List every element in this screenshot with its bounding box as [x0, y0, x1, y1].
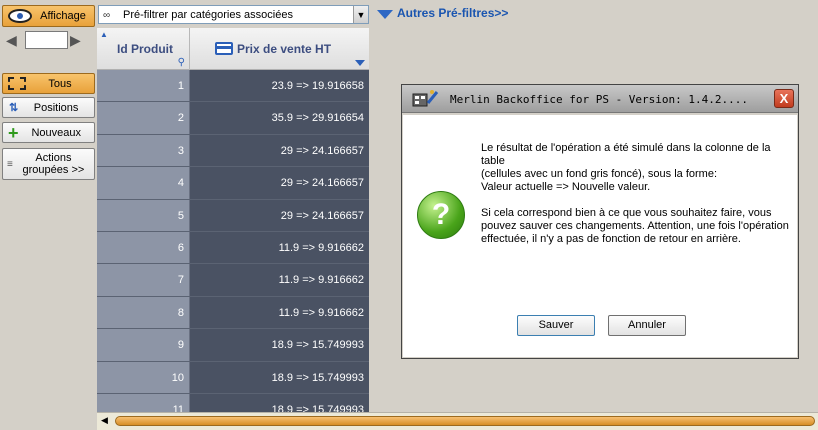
nouveaux-label: Nouveaux [31, 126, 82, 139]
grid-header: ▲ Id Produit ⚲ Prix de vente HT [97, 28, 369, 70]
tous-label: Tous [48, 77, 72, 90]
key-icon: ⚲ [177, 57, 185, 68]
selection-icon [8, 77, 26, 90]
dialog-title: Merlin Backoffice for PS - Version: 1.4.… [450, 93, 749, 106]
top-bar: ∞ Pré-filtrer par catégories associées ▼… [97, 0, 818, 28]
cell-id: 3 [97, 134, 190, 167]
cell-id: 8 [97, 296, 190, 329]
arrow-left-icon[interactable]: ◀ [6, 32, 17, 49]
cell-price[interactable]: 23.9 => 19.916658 [190, 70, 369, 102]
actions-label: Actions groupées >> [13, 152, 94, 176]
table-row[interactable]: 10 18.9 => 15.749993 [97, 361, 369, 394]
message-line: Si cela correspond bien à ce que vous so… [481, 207, 772, 219]
cell-price[interactable]: 29 => 24.166657 [190, 167, 369, 199]
table-row[interactable]: 3 29 => 24.166657 [97, 134, 369, 168]
cell-id: 11 [97, 393, 190, 414]
data-grid: ▲ Id Produit ⚲ Prix de vente HT 1 23.9 =>… [97, 28, 369, 414]
link-icon: ∞ [103, 10, 111, 21]
cancel-button[interactable]: Annuler [608, 315, 686, 336]
message-line: pouvez sauver ces changements. Attention… [481, 220, 789, 232]
message-line: effectuée, il n'y a pas de fonction de r… [481, 233, 741, 245]
table-row[interactable]: 2 35.9 => 29.916654 [97, 102, 369, 135]
cell-price[interactable]: 18.9 => 15.749993 [190, 329, 369, 361]
col-id-label: Id Produit [117, 42, 173, 56]
scroll-thumb[interactable] [115, 416, 815, 426]
sort-asc-icon: ▲ [100, 30, 108, 39]
confirm-dialog: Merlin Backoffice for PS - Version: 1.4.… [401, 84, 799, 359]
sort-arrows-icon: ⇅ [9, 102, 19, 114]
filter-icon [355, 60, 365, 66]
col-price-label: Prix de vente HT [237, 42, 332, 56]
cell-id: 1 [97, 70, 190, 102]
cell-id: 4 [97, 167, 190, 199]
chevron-down-icon[interactable]: ▼ [353, 6, 368, 23]
actions-label-2: groupées >> [22, 164, 85, 176]
question-icon: ? [417, 191, 465, 239]
dialog-body: ? Le résultat de l'opération a été simul… [403, 115, 797, 357]
col-id-header[interactable]: ▲ Id Produit ⚲ [97, 28, 190, 70]
positions-button[interactable]: ⇅ Positions [2, 97, 95, 118]
save-button[interactable]: Sauver [517, 315, 595, 336]
dialog-message: Le résultat de l'opération a été simulé … [481, 142, 791, 259]
nouveaux-button[interactable]: + Nouveaux [2, 122, 95, 143]
message-line: (cellules avec un fond gris foncé), sous… [481, 168, 718, 180]
dialog-titlebar[interactable]: Merlin Backoffice for PS - Version: 1.4.… [402, 85, 798, 113]
scroll-left-icon[interactable]: ◀ [101, 415, 108, 426]
autres-label: Autres Pré-filtres>> [397, 6, 509, 20]
plus-icon: + [8, 122, 19, 143]
autres-prefiltres-link[interactable]: Autres Pré-filtres>> [377, 6, 508, 20]
cell-id: 5 [97, 199, 190, 231]
grid-rows: 1 23.9 => 19.916658 2 35.9 => 29.916654 32… [97, 70, 369, 414]
card-icon [215, 42, 233, 55]
cell-id: 2 [97, 102, 190, 134]
positions-label: Positions [33, 101, 79, 114]
table-row[interactable]: 1 23.9 => 19.916658 [97, 70, 369, 103]
affichage-button[interactable]: Affichage [2, 5, 95, 27]
cell-id: 7 [97, 264, 190, 296]
affichage-label: Affichage [40, 10, 86, 22]
table-row[interactable]: 11 18.9 => 15.749993 [97, 393, 369, 414]
cell-id: 9 [97, 329, 190, 361]
cell-id: 6 [97, 231, 190, 264]
prefilter-value: Pré-filtrer par catégories associées [123, 8, 293, 21]
actions-label-1: Actions [35, 152, 72, 164]
table-row[interactable]: 4 29 => 24.166657 [97, 167, 369, 200]
cell-price[interactable]: 11.9 => 9.916662 [190, 231, 369, 264]
cell-price[interactable]: 35.9 => 29.916654 [190, 102, 369, 134]
cell-price[interactable]: 18.9 => 15.749993 [190, 393, 369, 414]
close-icon[interactable]: X [774, 89, 794, 108]
arrow-right-icon[interactable]: ▶ [70, 32, 81, 49]
cell-price[interactable]: 29 => 24.166657 [190, 134, 369, 167]
merlin-app-icon [412, 90, 439, 107]
prefilter-select[interactable]: ∞ Pré-filtrer par catégories associées ▼ [98, 5, 369, 24]
table-row[interactable]: 9 18.9 => 15.749993 [97, 329, 369, 362]
tous-button[interactable]: Tous [2, 73, 95, 94]
actions-groupees-button[interactable]: ≡ Actions groupées >> [2, 148, 95, 180]
table-row[interactable]: 8 11.9 => 9.916662 [97, 296, 369, 330]
horizontal-scrollbar[interactable]: ◀ [97, 412, 818, 430]
table-row[interactable]: 6 11.9 => 9.916662 [97, 231, 369, 265]
left-panel: Affichage ◀ ▶ Tous ⇅ Positions + Nouveau… [0, 0, 97, 430]
message-line: Le résultat de l'opération a été simulé … [481, 142, 771, 167]
table-row[interactable]: 7 11.9 => 9.916662 [97, 264, 369, 297]
page-input[interactable] [25, 31, 68, 49]
message-line: Valeur actuelle => Nouvelle valeur. [481, 181, 651, 193]
cell-id: 10 [97, 361, 190, 393]
cell-price[interactable]: 11.9 => 9.916662 [190, 264, 369, 296]
cell-price[interactable]: 29 => 24.166657 [190, 199, 369, 231]
eye-icon [8, 9, 32, 23]
funnel-icon [377, 9, 393, 19]
table-row[interactable]: 5 29 => 24.166657 [97, 199, 369, 232]
pager: ◀ ▶ [6, 30, 86, 50]
cell-price[interactable]: 11.9 => 9.916662 [190, 296, 369, 329]
cell-price[interactable]: 18.9 => 15.749993 [190, 361, 369, 393]
